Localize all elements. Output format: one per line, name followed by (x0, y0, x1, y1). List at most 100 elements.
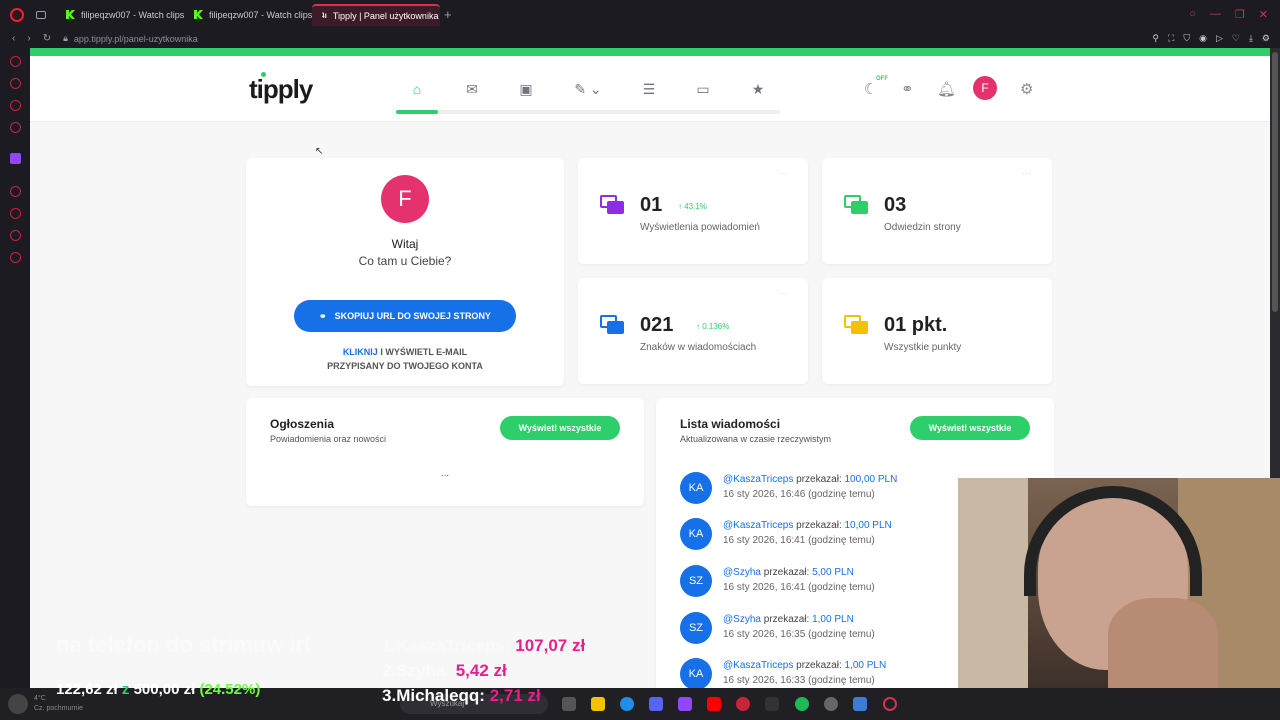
webcam-background (958, 478, 1028, 688)
donor-rank: 1. (382, 636, 397, 655)
email-hint: KLIKNIJ I WYŚWIETL E-MAIL PRZYPISANY DO … (246, 345, 564, 373)
sidebar-app-icon[interactable] (10, 186, 21, 197)
copy-url-label: SKOPIUJ URL DO SWOJEJ STRONY (334, 311, 491, 321)
shield-icon[interactable]: ⛉ (1183, 33, 1190, 44)
bell-icon[interactable]: 🔔︎ (937, 80, 956, 98)
spotify-icon[interactable] (795, 697, 809, 711)
show-all-messages-button[interactable]: Wyświetl wszystkie (910, 416, 1030, 440)
nav-active-indicator (396, 110, 438, 114)
stat-card-characters: 021 ↑ 0.136% Znaków w wiadomościach ⋯ (578, 278, 808, 384)
star-icon[interactable]: ★ (747, 80, 769, 98)
window-icon[interactable]: ▭ (692, 80, 714, 98)
wallet-icon[interactable]: ▣ (515, 80, 537, 98)
new-tab-button[interactable]: + (444, 7, 452, 22)
search-tabs-icon[interactable]: ○ (1189, 8, 1196, 21)
message-date: 16 sty 2026, 16:46 (godzinę temu) (723, 489, 875, 500)
opera-gx-icon[interactable] (883, 697, 897, 711)
browser-tab[interactable]: filipeqzw007 - Watch clips (184, 4, 312, 26)
browser-tab[interactable]: filipeqzw007 - Watch clips (56, 4, 184, 26)
forward-icon[interactable]: › (27, 33, 30, 44)
copy-url-button[interactable]: ⚭ SKOPIUJ URL DO SWOJEJ STRONY (294, 300, 516, 332)
obs-icon[interactable] (824, 697, 838, 711)
discord-icon[interactable] (649, 697, 663, 711)
donor-name[interactable]: @KaszaTriceps (723, 660, 793, 671)
youtube-icon[interactable] (707, 697, 721, 711)
layers-icon[interactable]: ☰ (638, 80, 660, 98)
app-icon[interactable] (678, 697, 692, 711)
donor-name: KaszaTriceps: (396, 636, 511, 655)
sidebar-app-icon[interactable] (10, 230, 21, 241)
close-icon[interactable]: ✕ (1259, 8, 1268, 21)
message-verb: przekazał: (796, 660, 842, 671)
opera-icon[interactable] (736, 697, 750, 711)
donor-amount: 2,71 zł (489, 686, 541, 705)
tipply-logo[interactable]: tipply (249, 74, 313, 105)
sidebar-app-icon[interactable] (10, 78, 21, 89)
welcome-card: F Witaj Co tam u Ciebie? ⚭ SKOPIUJ URL D… (246, 158, 564, 386)
donor-name[interactable]: @Szyha (723, 567, 761, 578)
sidebar-settings-icon[interactable] (10, 252, 21, 263)
donor-name[interactable]: @Szyha (723, 614, 761, 625)
more-icon[interactable]: ⋯ (1022, 168, 1031, 179)
logo-accent-dot (261, 72, 266, 77)
sidebar-app-icon[interactable] (10, 122, 21, 133)
heart-icon[interactable]: ♡ (1232, 33, 1240, 44)
loading-indicator: ... (440, 468, 450, 479)
edge-icon[interactable] (620, 697, 634, 711)
sidebar-history-icon[interactable] (10, 208, 21, 219)
avatar[interactable]: F (973, 76, 997, 100)
chat-bubbles-icon (844, 195, 868, 215)
scrollbar-thumb[interactable] (1272, 52, 1278, 312)
mouse-cursor-icon: ↖ (315, 146, 324, 157)
donor-name[interactable]: @KaszaTriceps (723, 474, 793, 485)
panel-title: Lista wiadomości (680, 417, 781, 431)
opera-logo-icon[interactable] (10, 7, 24, 22)
edit-icon[interactable]: ✎ ⌄ (570, 80, 606, 98)
download-icon[interactable]: ⤓ (1249, 33, 1253, 44)
profile-avatar: F (381, 175, 429, 223)
tab-overview-icon[interactable] (36, 10, 46, 19)
show-email-link[interactable]: KLIKNIJ (343, 347, 378, 357)
camera-icon[interactable]: ◉ (1199, 33, 1207, 44)
more-icon[interactable]: ⋯ (778, 168, 787, 179)
home-icon[interactable]: ⌂ (406, 80, 428, 98)
weather-icon[interactable] (8, 694, 28, 714)
stat-delta: ↑ 43.1% (678, 202, 707, 211)
message-line: @Szyha przekazał: 1,00 PLN (723, 614, 854, 625)
screenshot-icon[interactable]: ⛶ (1168, 33, 1174, 44)
maximize-icon[interactable]: ❐ (1235, 8, 1245, 21)
more-icon[interactable]: ⋯ (778, 288, 787, 299)
extensions-icon[interactable]: ⚙ (1262, 33, 1270, 44)
envelope-icon[interactable]: ✉ (461, 80, 483, 98)
address-bar: ‹ › ↻ 🔒︎ app.tipply.pl/panel-uzytkownika… (0, 29, 1280, 48)
sidebar-app-icon[interactable] (10, 56, 21, 67)
donor-name[interactable]: @KaszaTriceps (723, 520, 793, 531)
url-field[interactable]: app.tipply.pl/panel-uzytkownika (74, 34, 198, 44)
main-nav: ⌂ ✉ ▣ ✎ ⌄ ☰ ▭ ★ (396, 56, 780, 122)
sidebar-app-icon[interactable] (10, 100, 21, 111)
stat-label: Wszystkie punkty (884, 342, 962, 353)
stat-label: Odwiedzin strony (884, 222, 961, 233)
show-all-announcements-button[interactable]: Wyświetl wszystkie (500, 416, 620, 440)
goal-current: 122,62 zł (56, 681, 118, 698)
file-explorer-icon[interactable] (591, 697, 605, 711)
top-donor-row: 3.Michaleqq: 2,71 zł (382, 686, 541, 706)
moon-icon[interactable]: ☾ (864, 80, 877, 98)
pin-icon[interactable]: ⚲ (1152, 33, 1159, 44)
back-icon[interactable]: ‹ (12, 33, 15, 44)
goal-target: 500,00 zł (133, 681, 196, 698)
app-icon[interactable] (853, 697, 867, 711)
app-icon[interactable] (765, 697, 779, 711)
reload-icon[interactable]: ↻ (43, 33, 51, 44)
browser-tab-active[interactable]: ʇı Tipply | Panel użytkownika (312, 3, 440, 26)
gear-icon[interactable]: ⚙ (1020, 80, 1033, 98)
link-icon[interactable]: ⚭ (901, 80, 914, 98)
nav-track (396, 110, 780, 114)
stat-card-visits: 03 Odwiedzin strony ⋯ (822, 158, 1052, 264)
minimize-icon[interactable]: — (1210, 8, 1221, 21)
play-icon[interactable]: ▷ (1216, 33, 1223, 44)
streamer-hand (1108, 598, 1218, 688)
twitch-icon[interactable] (10, 153, 21, 164)
task-view-icon[interactable] (562, 697, 576, 711)
message-line: @KaszaTriceps przekazał: 10,00 PLN (723, 520, 892, 531)
